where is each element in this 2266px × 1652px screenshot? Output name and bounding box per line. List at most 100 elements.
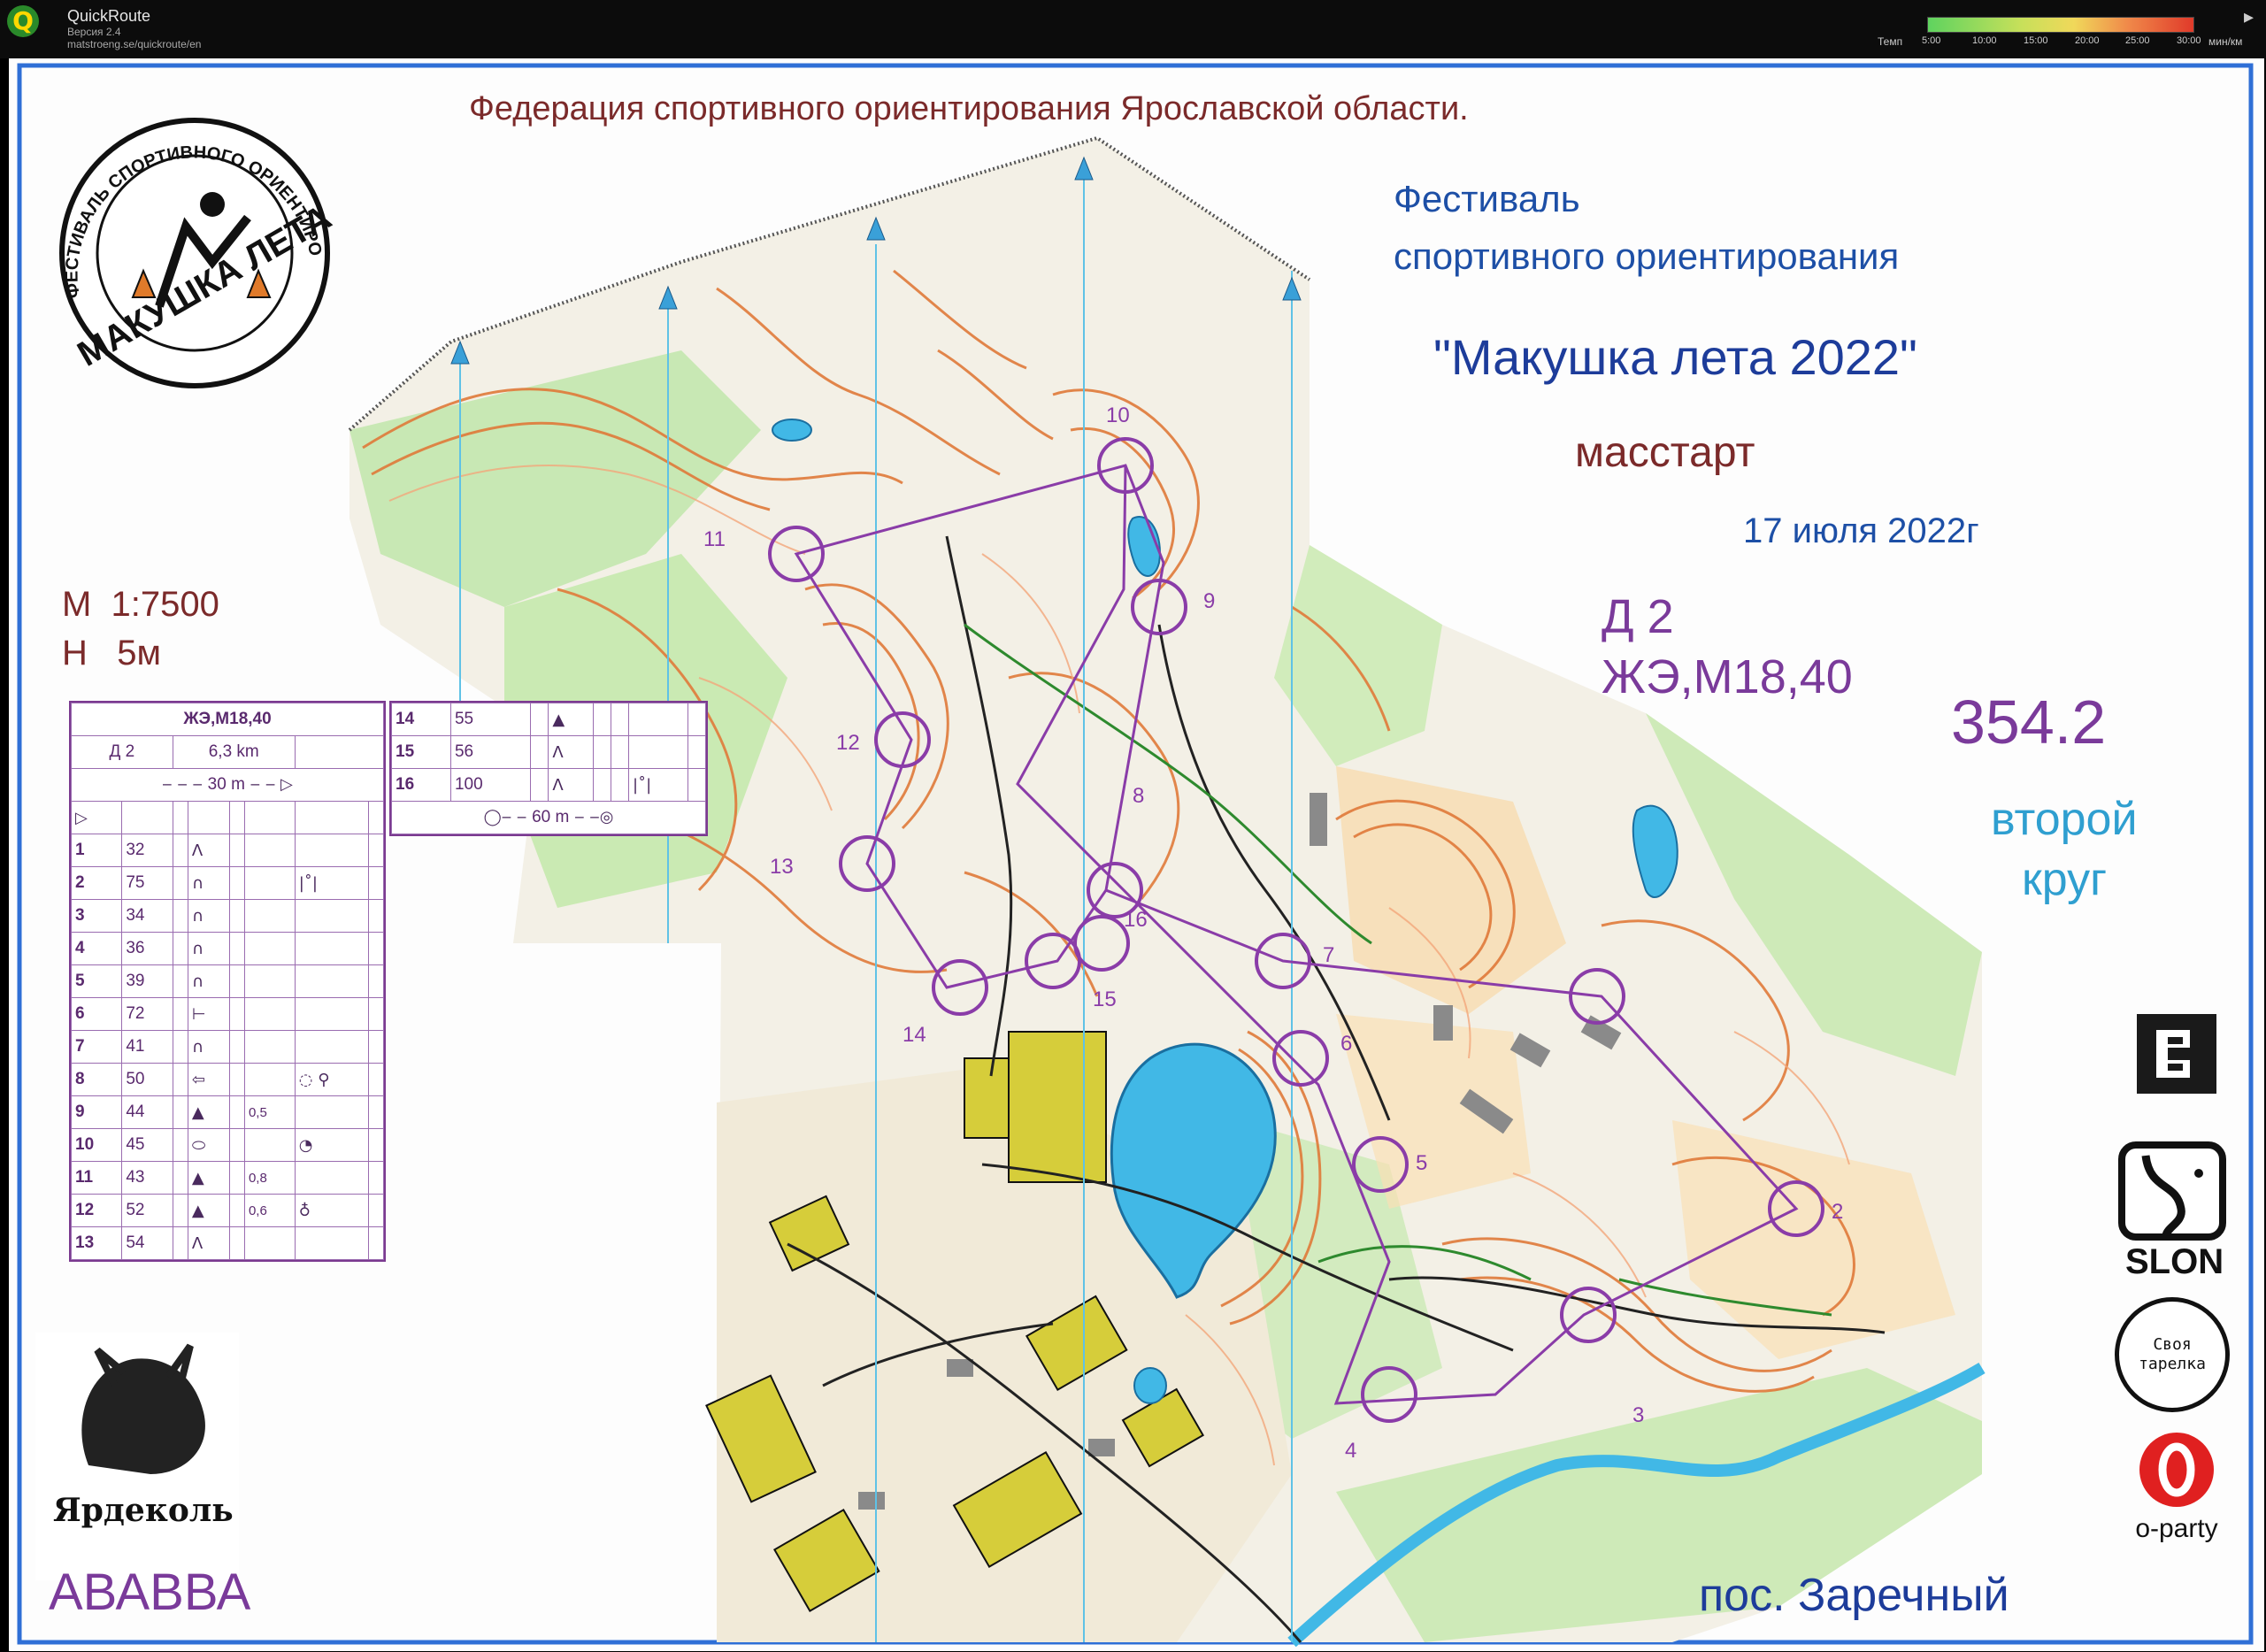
- orienteering-map[interactable]: Федерация спортивного ориентирования Яро…: [9, 58, 2264, 1651]
- cd-cell-extra: [243, 997, 296, 1031]
- cd-cell-n: 10: [70, 1128, 123, 1162]
- svg-text:ФЕСТИВАЛЬ СПОРТИВНОГО ОРИЕНТИР: ФЕСТИВАЛЬ СПОРТИВНОГО ОРИЕНТИРОВАНИЯ: [27, 111, 326, 299]
- cd-cell-feature: Λ: [548, 768, 595, 802]
- pace-label: Темп: [1878, 35, 1903, 48]
- runner-name: АВАВВА: [49, 1564, 251, 1621]
- cd-cell-extra: 0,6: [243, 1194, 296, 1227]
- cd-cell-extra: [243, 899, 296, 933]
- cd-row: 3 34 ∩: [70, 899, 385, 933]
- pace-tick: 30:00: [2177, 35, 2201, 46]
- cd-row: 1 32 Λ: [70, 834, 385, 867]
- cd-climb: [294, 735, 385, 769]
- event-title: "Макушка лета 2022": [1433, 329, 1917, 385]
- oparty-logo-icon: [2139, 1433, 2214, 1507]
- cd-cell-blank: [530, 735, 549, 769]
- cd-cell-n: 16: [391, 768, 451, 802]
- cd-cell-code: 36: [121, 932, 173, 965]
- cd-cell-n: 4: [70, 932, 123, 965]
- cd-cell-extra: [243, 1030, 296, 1064]
- control-label-6: 6: [1340, 1032, 1353, 1056]
- cd-cell-blank: [367, 1194, 385, 1227]
- cd-cell-extra2: [294, 834, 369, 867]
- cd-cell-feature: ⇦: [187, 1063, 230, 1096]
- cd-row: 12 52 ▲ 0,6 ♁: [70, 1194, 385, 1227]
- cd-cell-code: 32: [121, 834, 173, 867]
- cd-cell-n: 11: [70, 1161, 123, 1195]
- cd-cell-extra2: [628, 735, 688, 769]
- cd-cell-feature: ▲: [187, 1161, 230, 1195]
- course-number: 354.2: [1951, 688, 2107, 757]
- course-classes: ЖЭ,М18,40: [1602, 650, 1853, 703]
- cd-course: Д 2: [71, 735, 173, 769]
- sponsor-yardkol: Ярдеколь: [35, 1333, 239, 1580]
- cd-cell-blank: [172, 932, 188, 965]
- pace-tick: 25:00: [2125, 35, 2150, 46]
- oparty-name: o-party: [2135, 1514, 2218, 1543]
- cd-cell-blank: [687, 768, 707, 802]
- cd-cell-n: 13: [70, 1226, 123, 1260]
- cd-cell-n: 15: [391, 735, 451, 769]
- control-label-5: 5: [1416, 1151, 1428, 1175]
- control-label-2: 2: [1832, 1200, 1844, 1224]
- cd-cell-n: 14: [391, 703, 451, 736]
- cd-cell-extra: [243, 834, 296, 867]
- cd-cell-code: 34: [121, 899, 173, 933]
- event-date: 17 июля 2022г: [1743, 511, 1979, 550]
- cd-row: 15 56 Λ: [391, 735, 707, 769]
- quickroute-app-icon: Q: [7, 5, 39, 37]
- cd-finish-marked: ◯‒ ‒ 60 m ‒ ‒◎: [391, 801, 706, 834]
- cd-cell-n: 12: [70, 1194, 123, 1227]
- control-label-10: 10: [1106, 403, 1130, 427]
- cd-cell-extra2: [294, 1226, 369, 1260]
- cd-cell-code: 41: [121, 1030, 173, 1064]
- lap-line-1: второй: [1991, 794, 2138, 845]
- sponsor-oparty: o-party: [2119, 1430, 2234, 1554]
- cd-cell-blank: [228, 866, 245, 900]
- cd-cell-extra: [611, 735, 630, 769]
- cd-cell-extra2: [294, 932, 369, 965]
- cd-cell-code: 54: [121, 1226, 173, 1260]
- cd-row: 8 50 ⇦ ◌ ⚲: [70, 1063, 385, 1096]
- pace-tick: 10:00: [1972, 35, 1997, 46]
- cd-cell-blank: [367, 1030, 385, 1064]
- cd-cell-extra2: |˚|: [294, 866, 369, 900]
- cd-cell-code: 45: [121, 1128, 173, 1162]
- cd-cell-blank: [367, 866, 385, 900]
- sponsor-b-logo: [2137, 1014, 2216, 1094]
- cd-start-marked: ‒ ‒ ‒ 30 m ‒ ‒ ▷: [71, 768, 384, 802]
- cd-cell-blank: [367, 899, 385, 933]
- cd-cell-blank: [172, 997, 188, 1031]
- pace-color-legend: [1927, 17, 2194, 33]
- control-label-16: 16: [1124, 908, 1148, 932]
- cd-row: 14 55 ▲: [391, 703, 707, 736]
- cd-cell-blank: [530, 768, 549, 802]
- pace-tick: 5:00: [1922, 35, 1941, 46]
- cd-cell-blank: [228, 1194, 245, 1227]
- course-code: Д 2: [1602, 590, 1674, 643]
- window-menu-icon[interactable]: ▸: [2244, 5, 2254, 28]
- cd-cell-code: 39: [121, 964, 173, 998]
- map-scale: М 1:7500: [62, 585, 219, 624]
- cd-cell-feature: ∩: [187, 899, 230, 933]
- cd-cell-blank: [172, 1095, 188, 1129]
- cd-cell-extra: [243, 1128, 296, 1162]
- cd-row: 11 43 ▲ 0,8: [70, 1161, 385, 1195]
- control-label-4: 4: [1345, 1439, 1357, 1463]
- cd-cell-code: 50: [121, 1063, 173, 1096]
- cd-cell-n: 1: [70, 834, 123, 867]
- cd-cell-blank: [172, 1226, 188, 1260]
- control-label-9: 9: [1203, 589, 1216, 613]
- cd-cell-feature: ∩: [187, 964, 230, 998]
- cd-cell-extra: 0,5: [243, 1095, 296, 1129]
- cd-cell-extra2: [628, 703, 688, 736]
- cd-cell-feature: ▲: [548, 703, 595, 736]
- cd-cell-blank: [228, 1063, 245, 1096]
- cd-cell-blank: [172, 1063, 188, 1096]
- app-url[interactable]: matstroeng.se/quickroute/en: [67, 38, 201, 50]
- pace-tick: 15:00: [2024, 35, 2048, 46]
- cd-cell-code: 44: [121, 1095, 173, 1129]
- cd-cell-n: 3: [70, 899, 123, 933]
- cd-cell-extra: [243, 964, 296, 998]
- cd-classes: ЖЭ,М18,40: [71, 703, 384, 736]
- cd-cell-extra: [611, 703, 630, 736]
